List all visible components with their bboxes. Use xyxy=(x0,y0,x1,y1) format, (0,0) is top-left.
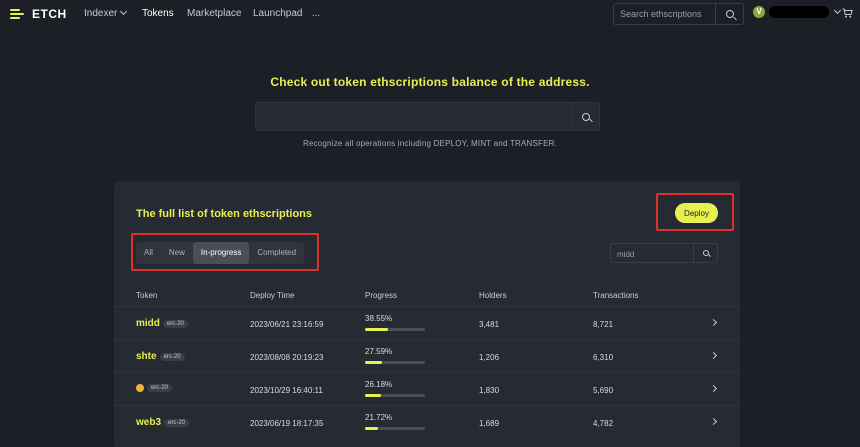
token-filter xyxy=(610,243,718,264)
token-filter-input[interactable] xyxy=(611,245,691,264)
brand-name: ETCH xyxy=(32,7,67,21)
progress-bar-fill xyxy=(365,361,382,364)
table-row[interactable]: midd erc-20 2023/06/21 23:16:59 38.55% 3… xyxy=(114,306,740,339)
user-menu[interactable]: V xyxy=(753,6,842,18)
holders: 1,206 xyxy=(479,353,500,362)
table-row[interactable]: erc-20 2023/10/29 16:40:11 26.18% 1,830 … xyxy=(114,372,740,405)
column-header-transactions: Transactions xyxy=(593,291,639,300)
brand-logo[interactable]: ETCH xyxy=(10,7,67,21)
card-title: The full list of token ethscriptions xyxy=(136,208,313,220)
chevron-down-icon xyxy=(120,7,128,16)
nav-search-input[interactable] xyxy=(614,4,714,24)
cart-icon[interactable] xyxy=(842,8,853,18)
token-cell: midd erc-20 xyxy=(136,318,188,329)
address-search-button[interactable] xyxy=(571,103,599,130)
chevron-down-icon xyxy=(833,6,842,14)
token-cell: web3 erc-20 xyxy=(136,417,190,428)
deploy-time: 2023/06/21 23:16:59 xyxy=(250,320,324,329)
table-row[interactable]: shte erc-20 2023/08/08 20:19:23 27.59% 1… xyxy=(114,339,740,372)
progress-percent: 38.55% xyxy=(365,314,393,323)
nav-search xyxy=(613,3,744,25)
chevron-right-icon[interactable] xyxy=(709,318,718,327)
progress-cell: 27.59% xyxy=(365,347,425,364)
transactions: 8,721 xyxy=(593,320,614,329)
transactions: 5,690 xyxy=(593,386,614,395)
progress-bar-fill xyxy=(365,328,389,331)
token-name[interactable]: shte xyxy=(136,351,157,362)
nav-item-indexer[interactable]: Indexer xyxy=(84,7,128,19)
progress-percent: 26.18% xyxy=(365,380,393,389)
standard-badge: erc-20 xyxy=(162,319,188,328)
progress-cell: 21.72% xyxy=(365,413,425,430)
progress-cell: 26.18% xyxy=(365,380,425,397)
avatar: V xyxy=(753,6,765,18)
column-header-progress: Progress xyxy=(365,291,398,300)
nav-item-marketplace[interactable]: Marketplace xyxy=(187,8,241,19)
status-tabs: All New In-progress Completed xyxy=(136,242,305,264)
tab-completed[interactable]: Completed xyxy=(249,242,304,264)
progress-bar-fill xyxy=(365,394,381,397)
search-icon xyxy=(702,250,709,256)
progress-bar-fill xyxy=(365,427,379,430)
nav-search-button[interactable] xyxy=(715,4,743,24)
chevron-right-icon[interactable] xyxy=(709,351,718,360)
column-header-token: Token xyxy=(136,291,158,300)
token-name[interactable]: midd xyxy=(136,318,160,329)
holders: 3,481 xyxy=(479,320,500,329)
token-list-card: The full list of token ethscriptions Dep… xyxy=(114,181,740,447)
standard-badge: erc-20 xyxy=(159,352,185,361)
nav-item-more[interactable]: ... xyxy=(312,8,320,19)
progress-cell: 38.55% xyxy=(365,314,425,331)
holders: 1,830 xyxy=(479,386,500,395)
top-nav: ETCH Indexer Tokens Marketplace Launchpa… xyxy=(0,0,860,28)
standard-badge: erc-20 xyxy=(164,418,190,427)
token-name[interactable]: web3 xyxy=(136,417,161,428)
column-header-deploy-time: Deploy Time xyxy=(250,291,295,300)
address-search xyxy=(255,102,600,131)
deploy-time: 2023/08/08 20:19:23 xyxy=(250,353,324,362)
smiley-emoji-icon[interactable] xyxy=(136,384,144,392)
nav-item-launchpad[interactable]: Launchpad xyxy=(253,8,303,19)
tab-in-progress[interactable]: In-progress xyxy=(192,242,250,264)
holders: 1,689 xyxy=(479,419,500,428)
hero-title: Check out token ethscriptions balance of… xyxy=(270,75,590,89)
progress-bar xyxy=(365,427,425,430)
progress-bar xyxy=(365,361,425,364)
column-header-holders: Holders xyxy=(479,291,507,300)
token-filter-button[interactable] xyxy=(693,244,717,262)
table-row[interactable]: web3 erc-20 2023/06/19 18:17:35 21.72% 1… xyxy=(114,405,740,438)
deploy-time: 2023/10/29 16:40:11 xyxy=(250,386,323,395)
user-address xyxy=(769,6,829,18)
transactions: 4,782 xyxy=(593,419,614,428)
nav-item-label: Indexer xyxy=(84,8,118,19)
chevron-right-icon[interactable] xyxy=(709,384,718,393)
progress-percent: 21.72% xyxy=(365,413,393,422)
token-cell: erc-20 xyxy=(136,384,173,392)
tab-new[interactable]: New xyxy=(161,242,193,264)
progress-bar xyxy=(365,394,425,397)
search-icon xyxy=(581,112,590,121)
standard-badge: erc-20 xyxy=(147,384,173,392)
token-cell: shte erc-20 xyxy=(136,351,185,362)
hero-hint: Recognize all operations including DEPLO… xyxy=(302,139,558,148)
etch-logo-icon xyxy=(10,8,26,20)
tab-all[interactable]: All xyxy=(136,242,161,264)
transactions: 6,310 xyxy=(593,353,614,362)
nav-item-tokens[interactable]: Tokens xyxy=(142,8,174,19)
address-search-input[interactable] xyxy=(256,103,571,130)
search-icon xyxy=(725,10,734,18)
progress-bar xyxy=(365,328,425,331)
chevron-right-icon[interactable] xyxy=(709,417,718,426)
progress-percent: 27.59% xyxy=(365,347,393,356)
deploy-button[interactable]: Deploy xyxy=(675,203,718,223)
deploy-time: 2023/06/19 18:17:35 xyxy=(250,419,324,428)
